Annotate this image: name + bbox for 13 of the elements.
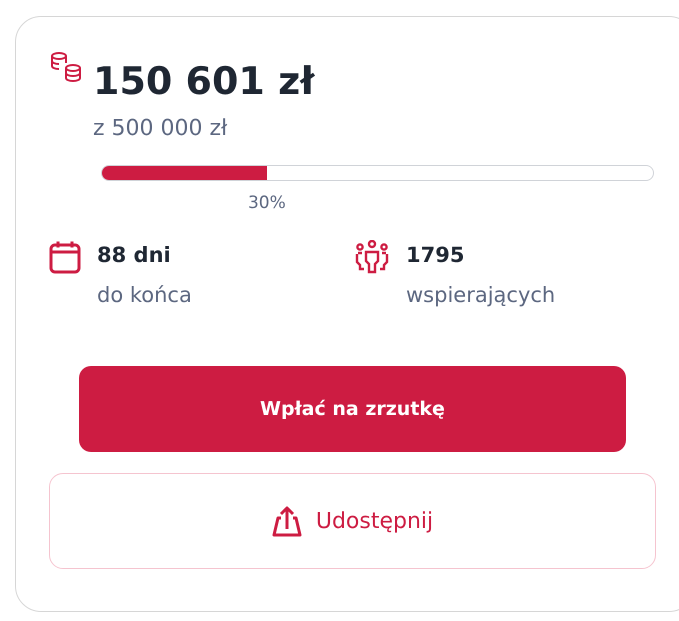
calendar-icon: [49, 240, 81, 274]
share-button[interactable]: Udostępnij: [49, 473, 656, 569]
goal-amount: z 500 000 zł: [93, 115, 228, 143]
donate-button[interactable]: Wpłać na zrzutkę: [79, 366, 626, 452]
stat-caption: wspierających: [406, 282, 556, 309]
people-group-icon: [354, 240, 390, 274]
share-icon: [272, 505, 302, 537]
stat-value: 1795: [406, 242, 466, 269]
stat-caption: do końca: [97, 282, 192, 309]
raised-amount: 150 601 zł: [93, 58, 314, 105]
progress-percent: 30%: [248, 193, 286, 213]
stat-value: 88 dni: [97, 242, 172, 269]
coins-icon: [49, 51, 83, 85]
